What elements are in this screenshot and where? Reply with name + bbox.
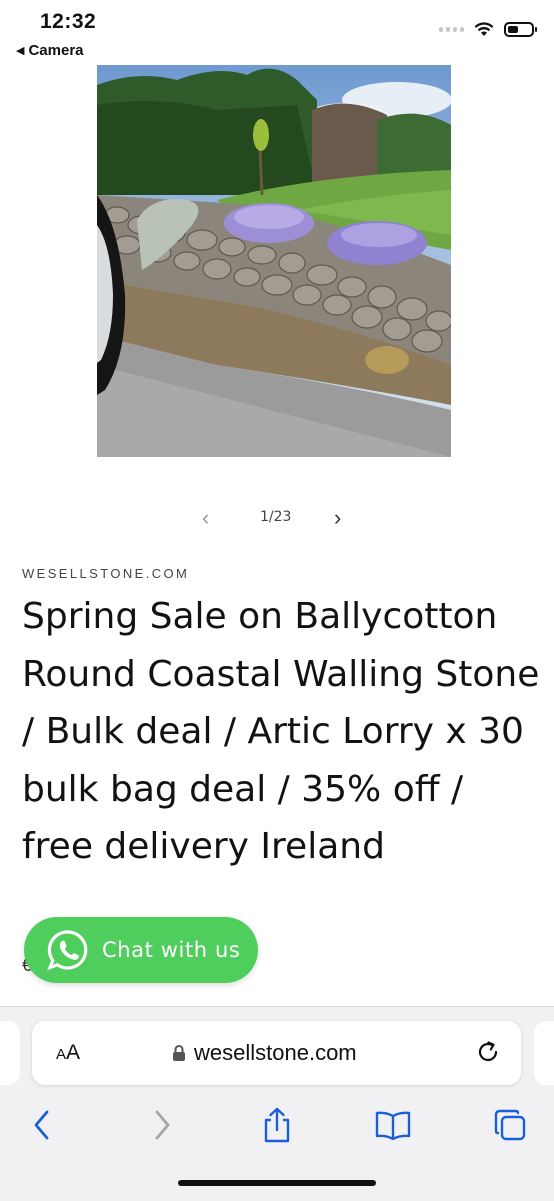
chat-with-us-button[interactable]: Chat with us: [24, 917, 258, 983]
url-text: wesellstone.com: [194, 1040, 357, 1065]
browser-toolbar: AA wesellstone.com: [0, 1006, 554, 1201]
status-bar: 12:32 ◀ Camera: [0, 0, 554, 62]
home-indicator[interactable]: [178, 1180, 376, 1186]
image-pager: ‹ 1/23 ›: [0, 505, 554, 531]
product-image[interactable]: [97, 65, 451, 457]
back-to-camera-button[interactable]: ◀ Camera: [16, 42, 84, 59]
back-triangle-icon: ◀: [16, 45, 25, 57]
whatsapp-icon: [47, 930, 88, 971]
back-button[interactable]: [22, 1105, 62, 1145]
reload-icon[interactable]: [475, 1039, 501, 1065]
product-title: Spring Sale on Ballycotton Round Coastal…: [22, 596, 540, 867]
forward-icon: [155, 1110, 170, 1140]
text-size-small-a: A: [56, 1046, 67, 1063]
url-display[interactable]: wesellstone.com: [172, 1040, 357, 1066]
chevron-left-icon[interactable]: ‹: [202, 505, 209, 531]
previous-tab-peek[interactable]: [0, 1021, 20, 1085]
wifi-icon: [474, 22, 494, 36]
browser-nav-row: [0, 1105, 554, 1145]
chat-with-us-label: Chat with us: [102, 938, 241, 962]
bookmarks-icon: [375, 1111, 411, 1140]
forward-button[interactable]: [142, 1105, 182, 1145]
back-icon: [34, 1110, 49, 1140]
battery-icon: [504, 22, 537, 37]
share-button[interactable]: [257, 1105, 297, 1145]
next-tab-peek[interactable]: [534, 1021, 554, 1085]
back-to-camera-label: Camera: [28, 42, 84, 59]
text-size-button[interactable]: AA: [56, 1041, 80, 1065]
tabs-icon: [494, 1109, 526, 1141]
chevron-right-icon[interactable]: ›: [334, 505, 341, 531]
image-counter: 1/23: [260, 509, 292, 525]
address-bar[interactable]: AA wesellstone.com: [32, 1021, 521, 1085]
cellular-signal-icon: [439, 27, 464, 32]
lock-icon: [173, 1045, 185, 1061]
tabs-button[interactable]: [490, 1105, 530, 1145]
vendor-name: WESELLSTONE.COM: [22, 566, 190, 581]
status-time: 12:32: [40, 10, 97, 33]
text-size-big-a: A: [66, 1041, 81, 1064]
share-icon: [264, 1107, 290, 1143]
status-icons: [439, 22, 537, 37]
bookmarks-button[interactable]: [373, 1105, 413, 1145]
